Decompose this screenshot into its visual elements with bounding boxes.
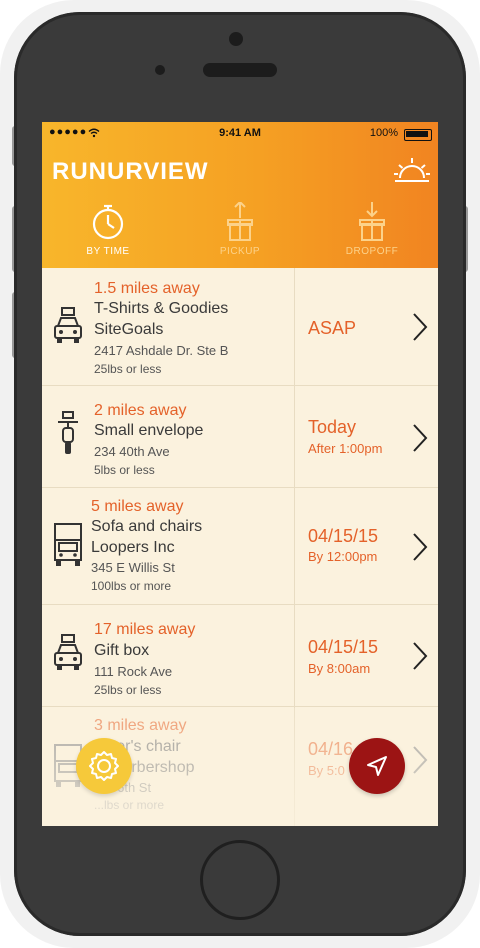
delivery-row[interactable]: 1.5 miles away T-Shirts & Goodies SiteGo… — [42, 268, 438, 386]
chevron-right-icon[interactable] — [408, 532, 430, 562]
delivery-row[interactable]: 17 miles away Gift box 111 Rock Ave 25lb… — [42, 605, 438, 707]
delivery-row[interactable]: 2 miles away Small envelope 234 40th Ave… — [42, 386, 438, 488]
time-main: ASAP — [308, 318, 357, 338]
distance-text: 5 miles away — [91, 498, 184, 515]
chevron-right-icon[interactable] — [408, 641, 430, 671]
distance-text: 17 miles away — [94, 621, 196, 638]
time-sub: By 8:00am — [308, 661, 371, 676]
chevron-right-icon[interactable] — [408, 312, 430, 342]
delivery-time: 04/15/15 By 8:00am — [295, 605, 438, 706]
front-camera — [229, 32, 243, 46]
tab-by-time[interactable]: BY TIME — [42, 202, 174, 262]
weight-text: 100lbs or more — [91, 579, 172, 593]
tab-dropoff[interactable]: DROPOFF — [306, 202, 438, 262]
gift-down-arrow-icon — [359, 202, 385, 241]
chevron-right-icon[interactable] — [408, 745, 430, 775]
delivery-details: 5 miles away Sofa and chairs Loopers Inc… — [42, 488, 295, 604]
gift-up-arrow-icon — [227, 202, 253, 241]
proximity-sensor — [155, 65, 165, 75]
app-header: ●●●●● 9:41 AM 100% RUNURVIEW BY TIME PIC… — [42, 122, 438, 268]
status-bar: ●●●●● 9:41 AM 100% — [42, 126, 438, 142]
earpiece-speaker — [203, 63, 277, 77]
navigation-arrow-icon — [367, 756, 387, 776]
delivery-time: ASAP — [295, 268, 438, 385]
delivery-details: 17 miles away Gift box 111 Rock Ave 25lb… — [42, 605, 295, 706]
time-sub: After 1:00pm — [308, 441, 383, 456]
item-title: T-Shirts & Goodies — [94, 300, 229, 317]
weight-text: 25lbs or less — [94, 683, 162, 697]
time-main: Today — [308, 417, 357, 437]
address-text: 234 40th Ave — [94, 444, 170, 459]
weight-text: 25lbs or less — [94, 362, 162, 376]
tab-label: PICKUP — [219, 246, 261, 257]
phone-frame: ●●●●● 9:41 AM 100% RUNURVIEW BY TIME PIC… — [0, 0, 480, 948]
delivery-row[interactable]: 5 miles away Sofa and chairs Loopers Inc… — [42, 488, 438, 605]
time-main: 04/15/15 — [308, 637, 379, 657]
car-icon — [54, 307, 82, 343]
item-subtitle: Loopers Inc — [91, 539, 175, 556]
car-icon — [54, 634, 82, 670]
truck-icon — [54, 523, 82, 566]
home-button[interactable] — [200, 840, 280, 920]
stopwatch-icon — [92, 204, 124, 240]
chevron-right-icon[interactable] — [408, 423, 430, 453]
weight-text: ...lbs or more — [94, 798, 165, 812]
battery-percent: 100% — [369, 127, 398, 139]
battery-icon — [404, 129, 432, 141]
tab-label: BY TIME — [86, 246, 130, 257]
address-text: 2417 Ashdale Dr. Ste B — [94, 343, 229, 358]
time-sub: By 5:0 — [308, 763, 345, 778]
item-title: Small envelope — [94, 422, 204, 439]
app-screen: ●●●●● 9:41 AM 100% RUNURVIEW BY TIME PIC… — [42, 122, 438, 826]
item-title: Sofa and chairs — [91, 518, 203, 535]
scooter-icon — [58, 411, 78, 454]
address-text: 111 Rock Ave — [94, 664, 173, 679]
distance-text: 1.5 miles away — [94, 280, 200, 297]
tab-label: DROPOFF — [345, 246, 399, 257]
delivery-details: 2 miles away Small envelope 234 40th Ave… — [42, 386, 295, 487]
tab-pickup[interactable]: PICKUP — [174, 202, 306, 262]
time-sub: By 12:00pm — [308, 549, 378, 564]
weight-text: 5lbs or less — [94, 463, 155, 477]
navigate-button[interactable] — [349, 738, 405, 794]
time-main: 04/15/15 — [308, 526, 379, 546]
gear-icon — [89, 751, 119, 781]
delivery-time: Today After 1:00pm — [295, 386, 438, 487]
delivery-details: 1.5 miles away T-Shirts & Goodies SiteGo… — [42, 268, 295, 385]
item-subtitle: SiteGoals — [94, 321, 164, 338]
settings-button[interactable] — [76, 738, 132, 794]
item-title: Gift box — [94, 642, 150, 659]
time-main: 04/16 — [308, 739, 354, 759]
delivery-time: 04/15/15 By 12:00pm — [295, 488, 438, 604]
distance-text: 2 miles away — [94, 402, 187, 419]
distance-text: 3 miles away — [94, 717, 187, 734]
app-logo: RUNURVIEW — [52, 158, 209, 185]
sunrise-icon[interactable] — [394, 156, 430, 184]
address-text: 345 E Willis St — [91, 560, 175, 575]
